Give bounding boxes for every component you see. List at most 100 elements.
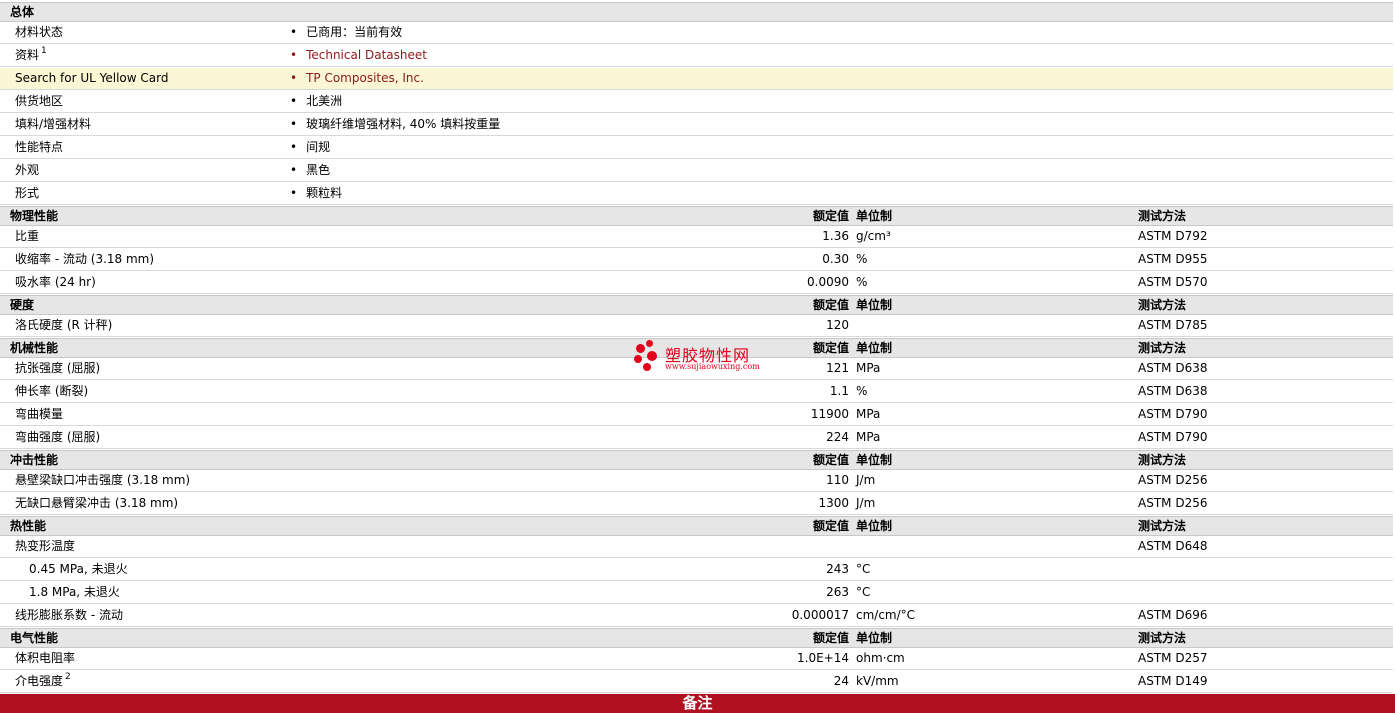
column-unit-header: 单位制 [856,453,893,467]
nominal-value: 120 [826,318,849,332]
footnote-ref[interactable]: 2 [65,672,71,682]
property-label-text: 无缺口悬臂梁冲击 (3.18 mm) [15,496,179,510]
table-row: 供货地区 北美洲 [0,91,1393,113]
property-label-text: 0.45 MPa, 未退火 [29,562,128,576]
test-method: ASTM D955 [1138,252,1208,266]
test-method: ASTM D638 [1138,361,1208,375]
table-row: 伸长率 (断裂) 1.1% ASTM D638 [0,381,1393,403]
property-label: 供货地区 [15,91,63,112]
unit-value: % [856,275,868,289]
watermark-url: www.sujiaowuxing.com [665,362,760,371]
property-value-link[interactable]: TP Composites, Inc. [290,68,424,89]
unit-value: g/cm³ [856,229,891,243]
section-header: 热性能 额定值 单位制 测试方法 [0,516,1393,536]
table-row: 材料状态 已商用：当前有效 [0,22,1393,44]
property-label-text: Search for UL Yellow Card [15,71,169,85]
nominal-value: 0.30 [822,252,849,266]
property-value: 北美洲 [290,91,342,112]
section-title: 热性能 [10,519,47,533]
watermark-dot-icon [634,355,642,363]
property-label-text: 热变形温度 [15,539,76,553]
table-row: 比重 1.36 g/cm³ ASTM D792 [0,226,1393,248]
unit-value: J/m [856,473,876,487]
property-label-text: 线形膨胀系数 - 流动 [15,608,123,622]
table-row: 介电强度 2 24 kV/mm ASTM D149 [0,671,1393,693]
property-label: 收缩率 - 流动 (3.18 mm) [15,249,154,270]
property-label: 0.45 MPa, 未退火 [29,559,128,580]
column-nominal-header: 额定值 [812,298,849,312]
notes-bar[interactable]: 备注 [0,694,1395,713]
table-row: 形式 颗粒料 [0,183,1393,205]
column-unit-header: 单位制 [856,341,893,355]
property-value-link[interactable]: Technical Datasheet [290,45,427,66]
table-row: Search for UL Yellow Card TP Composites, … [0,68,1393,90]
property-value: 间规 [290,137,330,158]
section-title: 总体 [10,5,35,19]
column-nominal-header: 额定值 [812,519,849,533]
property-label: 弯曲强度 (屈服) [15,427,100,448]
test-method: ASTM D570 [1138,275,1208,289]
test-method: ASTM D256 [1138,496,1208,510]
property-label-text: 收缩率 - 流动 (3.18 mm) [15,252,155,266]
unit-value: kV/mm [856,674,899,688]
watermark-dot-icon [646,340,653,347]
column-nominal-header: 额定值 [812,453,849,467]
table-row: 外观 黑色 [0,160,1393,182]
section-title: 物理性能 [10,209,59,223]
column-test-header: 测试方法 [1138,631,1187,645]
nominal-value: 121 [826,361,849,375]
nominal-value: 243 [826,562,849,576]
property-label: 悬壁梁缺口冲击强度 (3.18 mm) [15,470,190,491]
nominal-value: 0.0090 [807,275,849,289]
nominal-value: 1.36 [822,229,849,243]
nominal-value: 110 [826,473,849,487]
watermark-dot-icon [643,363,651,371]
nominal-value: 1.0E+14 [797,651,849,665]
nominal-value: 11900 [810,407,849,421]
property-label: 形式 [15,183,39,204]
column-test-header: 测试方法 [1138,298,1187,312]
property-value: 玻璃纤维增强材料, 40% 填料按重量 [290,114,500,135]
test-method: ASTM D790 [1138,430,1208,444]
section-header: 物理性能 额定值 单位制 测试方法 [0,206,1393,226]
property-label-text: 1.8 MPa, 未退火 [29,585,120,599]
unit-value: °C [856,585,871,599]
table-row: 无缺口悬臂梁冲击 (3.18 mm) 1300 J/m ASTM D256 [0,493,1393,515]
property-label: 洛氏硬度 (R 计秤) [15,315,112,336]
property-label: 资料 1 [15,45,47,66]
property-label: 抗张强度 (屈服) [15,358,100,379]
property-label: 比重 [15,226,39,247]
property-label: 填料/增强材料 [15,114,91,135]
test-method: ASTM D257 [1138,651,1208,665]
table-row: 收缩率 - 流动 (3.18 mm) 0.30% ASTM D955 [0,249,1393,271]
nominal-value: 24 [833,674,849,688]
property-label: 介电强度 2 [15,671,71,692]
property-label: 热变形温度 [15,536,75,557]
column-unit-header: 单位制 [856,298,893,312]
column-test-header: 测试方法 [1138,341,1187,355]
property-label-text: 吸水率 (24 hr) [15,275,96,289]
table-row: 1.8 MPa, 未退火 263 °C [0,582,1393,604]
nominal-value: 224 [826,430,849,444]
test-method: ASTM D792 [1138,229,1208,243]
table-row: 弯曲强度 (屈服) 224 MPa ASTM D790 [0,427,1393,449]
column-test-header: 测试方法 [1138,453,1187,467]
property-value: 颗粒料 [290,183,342,204]
property-label-text: 性能特点 [15,140,64,154]
table-row: 体积电阻率 1.0E+14 ohm·cm ASTM D257 [0,648,1393,670]
test-method: ASTM D256 [1138,473,1208,487]
property-label-text: 外观 [15,163,40,177]
unit-value: % [856,252,868,266]
section-title: 机械性能 [10,341,59,355]
unit-value: ohm·cm [856,651,905,665]
table-row: 吸水率 (24 hr) 0.0090% ASTM D570 [0,272,1393,294]
property-label: 体积电阻率 [15,648,75,669]
property-label: 1.8 MPa, 未退火 [29,582,120,603]
nominal-value: 1300 [818,496,849,510]
unit-value: cm/cm/°C [856,608,916,622]
property-label: 吸水率 (24 hr) [15,272,96,293]
table-row: 0.45 MPa, 未退火 243 °C [0,559,1393,581]
section-title: 硬度 [10,298,35,312]
property-value: 已商用：当前有效 [290,22,402,43]
footnote-ref[interactable]: 1 [41,46,47,56]
